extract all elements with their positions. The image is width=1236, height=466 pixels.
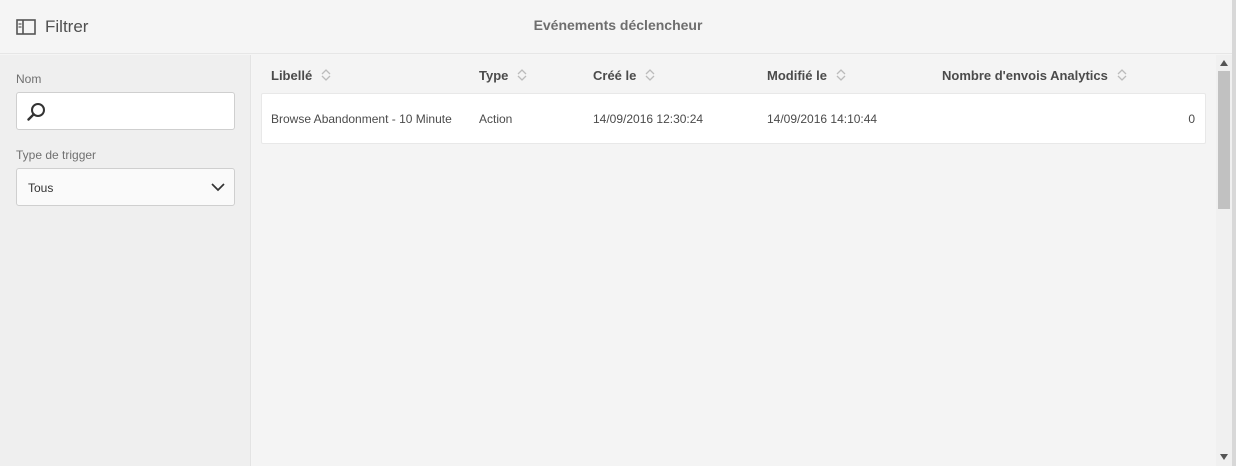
window-edge — [1232, 0, 1236, 466]
sort-icon — [1117, 69, 1127, 81]
column-header-created[interactable]: Créé le — [593, 67, 655, 83]
cell-modified: 14/09/2016 14:10:44 — [767, 112, 878, 126]
cell-created: 14/09/2016 12:30:24 — [593, 112, 704, 126]
column-header-modified[interactable]: Modifié le — [767, 67, 846, 83]
vertical-scrollbar[interactable] — [1216, 55, 1232, 466]
sort-icon — [321, 69, 331, 81]
page-title: Evénements déclencheur — [533, 17, 703, 33]
column-header-label[interactable]: Libellé — [271, 67, 331, 83]
sort-icon — [836, 69, 846, 81]
filter-sidebar: Nom Type de trigger Tous — [0, 55, 251, 466]
sort-icon — [645, 69, 655, 81]
results-panel: Libellé Type Créé le Modifié le Nombre d… — [252, 55, 1216, 466]
sort-icon — [517, 69, 527, 81]
top-bar: Filtrer Evénements déclencheur — [0, 0, 1236, 54]
column-header-text: Nombre d'envois Analytics — [942, 67, 1108, 83]
trigger-type-label: Type de trigger — [16, 148, 97, 162]
trigger-type-value: Tous — [28, 181, 54, 195]
scrollbar-thumb[interactable] — [1218, 71, 1230, 209]
cell-type: Action — [479, 112, 513, 126]
search-icon — [27, 103, 45, 121]
cell-label: Browse Abandonment - 10 Minute — [271, 112, 452, 126]
column-header-type[interactable]: Type — [479, 67, 527, 83]
scroll-down-arrow-icon[interactable] — [1220, 454, 1228, 460]
column-header-text: Modifié le — [767, 67, 827, 83]
name-search-input[interactable] — [53, 93, 231, 129]
column-header-text: Créé le — [593, 67, 637, 83]
column-header-analytics-sends[interactable]: Nombre d'envois Analytics — [942, 67, 1127, 83]
name-field-label: Nom — [16, 72, 42, 86]
scroll-up-arrow-icon[interactable] — [1220, 60, 1228, 66]
table-row[interactable]: Browse Abandonment - 10 Minute Action 14… — [261, 93, 1206, 144]
trigger-type-select[interactable]: Tous — [16, 168, 235, 206]
column-header-text: Libellé — [271, 67, 313, 83]
chevron-down-icon — [211, 183, 225, 192]
cell-analytics-sends: 0 — [1188, 112, 1195, 126]
column-header-text: Type — [479, 67, 509, 83]
name-search-box[interactable] — [16, 92, 235, 130]
